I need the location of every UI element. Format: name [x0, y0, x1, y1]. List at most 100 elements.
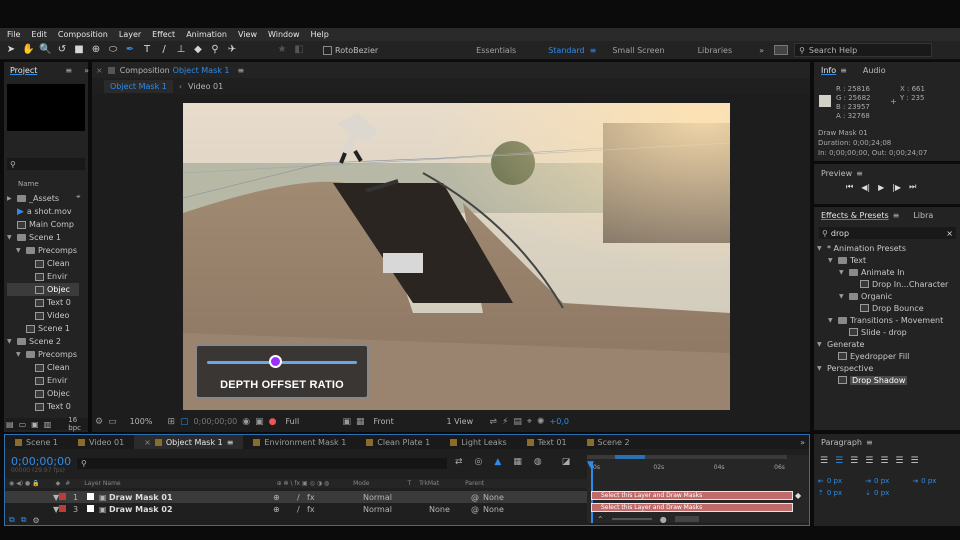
zoom-slider-handle[interactable]: ●: [660, 515, 667, 524]
name-column-header[interactable]: Name: [18, 180, 39, 188]
justify-right-icon[interactable]: ☰: [895, 456, 903, 466]
layer-row[interactable]: ▼ 1 ▣ Draw Mask 01 ⊕ / fx Normal @ None: [5, 491, 587, 503]
project-item[interactable]: ▶ a shot.mov: [7, 205, 79, 218]
project-item[interactable]: Envir: [7, 270, 79, 283]
project-item[interactable]: Objec: [7, 387, 79, 400]
label-color-swatch[interactable]: [59, 504, 66, 512]
shy-switch-icon[interactable]: ⊕: [273, 505, 280, 514]
layer-name-header[interactable]: Layer Name: [84, 480, 120, 487]
timeline-tab-object-mask-1[interactable]: × Object Mask 1 ≡: [134, 435, 244, 449]
clone-stamp-tool-icon[interactable]: ⊥: [175, 44, 187, 56]
effects-switch-icon[interactable]: fx: [307, 505, 315, 514]
comp-mini-flowchart-icon[interactable]: ⇄: [455, 457, 463, 467]
reset-exposure-icon[interactable]: ✺: [537, 417, 545, 427]
project-item[interactable]: ▼ Precomps: [7, 244, 79, 257]
transparency-grid-icon[interactable]: ▦: [356, 417, 365, 427]
tab-effects-presets[interactable]: Effects & Presets: [821, 211, 889, 220]
pixel-aspect-icon[interactable]: ⇌: [490, 417, 498, 427]
resolution-dropdown[interactable]: Full: [285, 417, 337, 426]
parent-dropdown[interactable]: None: [483, 505, 504, 514]
toggle-modes-icon[interactable]: ⧉: [21, 515, 27, 525]
project-item[interactable]: ▼ Scene 2: [7, 335, 79, 348]
timeline-tab-scene-2[interactable]: Scene 2: [577, 435, 640, 449]
rotate-tool-icon[interactable]: ↺: [56, 44, 68, 56]
timeline-search-field[interactable]: ⚲: [77, 458, 447, 469]
rotobezier-checkbox[interactable]: [323, 45, 332, 55]
align-right-icon[interactable]: ☰: [850, 456, 858, 466]
roi-icon[interactable]: ▣: [342, 417, 351, 427]
panel-menu-icon[interactable]: ≡: [227, 438, 234, 447]
parent-dropdown[interactable]: None: [483, 493, 504, 502]
layer-track-bar[interactable]: Select this Layer and Draw Masks: [591, 491, 793, 500]
trash-icon[interactable]: ▥: [44, 420, 52, 429]
timeline-tab-text-01[interactable]: Text 01: [517, 435, 577, 449]
project-item[interactable]: Video: [7, 309, 79, 322]
roto-brush-tool-icon[interactable]: ⚲: [209, 44, 221, 56]
show-snapshot-icon[interactable]: ▣: [255, 417, 264, 427]
effects-switch-icon[interactable]: fx: [307, 493, 315, 502]
timeline-icon[interactable]: ▤: [513, 417, 522, 427]
timeline-scrollbar[interactable]: [674, 516, 699, 522]
last-frame-icon[interactable]: ⏭: [909, 182, 916, 192]
interpret-footage-icon[interactable]: ▤: [6, 420, 14, 429]
menu-composition[interactable]: Composition: [58, 30, 108, 39]
timeline-tab-clean-plate-1[interactable]: Clean Plate 1: [356, 435, 440, 449]
menu-edit[interactable]: Edit: [31, 30, 47, 39]
workspace-libraries[interactable]: Libraries: [698, 46, 733, 55]
track-matte-dropdown[interactable]: None: [429, 505, 450, 514]
quality-switch-icon[interactable]: /: [297, 493, 300, 502]
composition-viewer[interactable]: DEPTH OFFSET RATIO: [183, 103, 730, 410]
expanded-arrow-icon[interactable]: ▼: [817, 341, 824, 348]
menu-view[interactable]: View: [238, 30, 257, 39]
shape-tool-icon[interactable]: ⬭: [107, 44, 119, 56]
effects-item[interactable]: ▼ Organic: [817, 290, 957, 302]
project-item[interactable]: Main Comp: [7, 218, 79, 231]
space-after-value[interactable]: 0 px: [874, 489, 889, 497]
effects-item[interactable]: ▼ Perspective: [817, 362, 957, 374]
project-item[interactable]: ▼ Scene 1: [7, 231, 79, 244]
layer-track-bar[interactable]: Select this Layer and Draw Masks: [591, 503, 793, 512]
tab-project[interactable]: Project: [10, 66, 37, 75]
clear-search-icon[interactable]: ×: [946, 229, 953, 238]
new-comp-icon[interactable]: ▣: [31, 420, 39, 429]
align-left-icon[interactable]: ☰: [820, 456, 828, 466]
tab-audio[interactable]: Audio: [863, 66, 886, 75]
timeline-tab-environment-mask-1[interactable]: Environment Mask 1: [243, 435, 356, 449]
grid-icon[interactable]: ⊞: [167, 417, 175, 427]
pan-behind-tool-icon[interactable]: ⊕: [90, 44, 102, 56]
justify-all-icon[interactable]: ☰: [910, 456, 918, 466]
snapshot-icon[interactable]: ◉: [242, 417, 250, 427]
effects-item[interactable]: ▼ Animate In: [817, 266, 957, 278]
always-preview-icon[interactable]: ⚙: [95, 417, 103, 427]
bit-depth-label[interactable]: 16 bpc: [68, 416, 88, 432]
view-dropdown[interactable]: Front: [374, 417, 442, 426]
panel-menu-icon[interactable]: ≡: [65, 66, 72, 75]
previous-frame-icon[interactable]: ◀|: [861, 183, 870, 192]
effects-item[interactable]: Drop Shadow: [817, 374, 957, 386]
camera-tool-icon[interactable]: ■: [73, 44, 85, 56]
expanded-arrow-icon[interactable]: ▼: [839, 293, 846, 300]
effects-item[interactable]: Drop Bounce: [817, 302, 957, 314]
fast-preview-icon[interactable]: ⚡: [502, 417, 508, 427]
depth-slider-track[interactable]: [207, 361, 357, 364]
effects-search-input[interactable]: drop: [831, 229, 849, 238]
first-frame-icon[interactable]: ⏮: [846, 182, 853, 192]
hand-tool-icon[interactable]: ✋: [22, 44, 34, 56]
workspace-menu-icon[interactable]: ≡: [590, 46, 597, 55]
flowchart-icon[interactable]: ⌖: [527, 417, 532, 427]
effects-item[interactable]: ▼ Text: [817, 254, 957, 266]
effects-item[interactable]: Drop In...Character: [817, 278, 957, 290]
expanded-arrow-icon[interactable]: ▼: [828, 317, 835, 324]
project-item[interactable]: Objec: [7, 283, 79, 296]
effects-item[interactable]: ▼ Generate: [817, 338, 957, 350]
type-tool-icon[interactable]: T: [141, 44, 153, 56]
timeline-tab-video-01[interactable]: Video 01: [68, 435, 134, 449]
shy-switch-icon[interactable]: ⊕: [273, 493, 280, 502]
view-layout-dropdown[interactable]: 1 View: [447, 417, 485, 426]
zoom-dropdown[interactable]: 100%: [130, 417, 153, 426]
menu-effect[interactable]: Effect: [152, 30, 175, 39]
menu-window[interactable]: Window: [268, 30, 300, 39]
project-item[interactable]: Clean: [7, 361, 79, 374]
trkmat-header[interactable]: TrkMat: [419, 480, 439, 487]
parent-header[interactable]: Parent: [465, 480, 484, 487]
